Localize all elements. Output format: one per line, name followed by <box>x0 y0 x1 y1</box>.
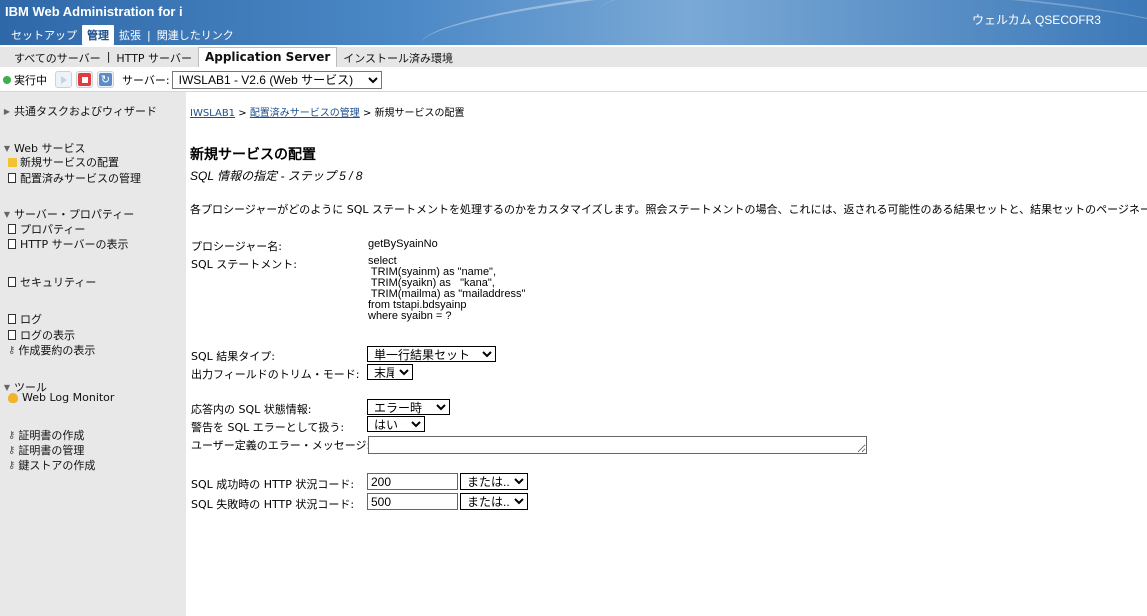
running-status-icon <box>3 75 11 84</box>
key-icon: ⚷ <box>8 459 16 471</box>
tab-all-servers[interactable]: すべてのサーバー <box>8 47 107 67</box>
key-icon: ⚷ <box>8 444 16 456</box>
sidebar-item-security[interactable]: セキュリティー <box>8 274 96 290</box>
sidebar-item-manage-deployed[interactable]: 配置済みサービスの管理 <box>8 170 141 186</box>
page-title: 新規サービスの配置 <box>190 146 316 162</box>
start-button[interactable] <box>55 71 72 88</box>
sidebar-item-label: 証明書の作成 <box>18 429 85 442</box>
sidebar-item-deploy-new[interactable]: 新規サービスの配置 <box>8 154 119 170</box>
breadcrumb-separator: > <box>235 108 250 119</box>
sql-status-info-label: 応答内の SQL 状態情報: <box>191 403 312 416</box>
sidebar-section-label: サーバー・プロパティー <box>14 208 135 221</box>
sql-status-info-select[interactable]: エラー時 <box>367 399 450 415</box>
stop-button[interactable] <box>76 71 93 88</box>
app-title: IBM Web Administration for i <box>5 4 183 19</box>
wizard-step-subtitle: SQL 情報の指定 - ステップ 5 / 8 <box>190 169 363 183</box>
sidebar-item-label: 配置済みサービスの管理 <box>20 172 141 185</box>
breadcrumb-separator: > <box>359 108 375 119</box>
document-icon <box>8 224 16 234</box>
expanded-arrow-icon: ▼ <box>3 209 11 219</box>
sql-statement-label: SQL ステートメント: <box>191 258 297 271</box>
sidebar-item-common-tasks[interactable]: ▶ 共通タスクおよびウィザード <box>2 103 157 119</box>
trim-mode-label: 出力フィールドのトリム・モード: <box>191 368 360 381</box>
warning-as-error-select[interactable]: はい <box>367 416 425 432</box>
wizard-icon <box>8 157 17 167</box>
breadcrumb-server-link[interactable]: IWSLAB1 <box>190 108 235 119</box>
sidebar-item-label: 鍵ストアの作成 <box>18 459 96 472</box>
procedure-name-label: プロシージャー名: <box>191 240 282 253</box>
nav-manage[interactable]: 管理 <box>82 25 114 45</box>
sidebar-item-show-summary[interactable]: ⚷ 作成要約の表示 <box>8 342 95 358</box>
sidebar-item-show-logs[interactable]: ログの表示 <box>8 327 75 343</box>
key-icon: ⚷ <box>8 429 16 441</box>
lightbulb-icon <box>8 392 18 403</box>
welcome-user: ウェルカム QSECOFR3 <box>972 13 1101 27</box>
http-success-code-label: SQL 成功時の HTTP 状況コード: <box>191 478 355 491</box>
procedure-name-value: getBySyainNo <box>368 238 438 250</box>
tab-application-server[interactable]: Application Server <box>197 47 338 67</box>
sidebar-item-label: Web Log Monitor <box>22 391 115 404</box>
warning-as-error-label: 警告を SQL エラーとして扱う: <box>191 421 345 434</box>
sidebar-item-logs[interactable]: ログ <box>8 311 42 327</box>
nav-related-links[interactable]: 関連したリンク <box>152 25 239 45</box>
collapsed-arrow-icon: ▶ <box>3 106 11 116</box>
document-icon <box>8 239 16 249</box>
breadcrumb: IWSLAB1 > 配置済みサービスの管理 > 新規サービスの配置 <box>190 104 465 119</box>
key-icon: ⚷ <box>8 344 16 356</box>
server-label: サーバー: <box>122 73 170 87</box>
sidebar-item-manage-certificates[interactable]: ⚷ 証明書の管理 <box>8 442 84 458</box>
server-select[interactable]: IWSLAB1 - V2.6 (Web サービス) <box>171 70 382 89</box>
sidebar-item-create-keystore[interactable]: ⚷ 鍵ストアの作成 <box>8 457 95 473</box>
sidebar-item-label: 共通タスクおよびウィザード <box>14 105 157 118</box>
document-icon <box>8 314 16 324</box>
sidebar-item-show-http[interactable]: HTTP サーバーの表示 <box>8 236 129 252</box>
http-failure-code-label: SQL 失敗時の HTTP 状況コード: <box>191 498 355 511</box>
http-failure-code-input[interactable] <box>367 493 458 510</box>
document-icon <box>8 330 16 340</box>
sidebar-item-label: 作成要約の表示 <box>18 344 96 357</box>
breadcrumb-current: 新規サービスの配置 <box>374 108 465 119</box>
top-nav: セットアップ 管理 拡張 | 関連したリンク <box>6 25 239 45</box>
sql-result-type-select[interactable]: 単一行結果セット <box>367 346 496 362</box>
expanded-arrow-icon: ▼ <box>3 143 11 153</box>
http-success-code-input[interactable] <box>367 473 458 490</box>
tab-installations[interactable]: インストール済み環境 <box>337 47 459 67</box>
sidebar-item-label: 証明書の管理 <box>18 444 85 457</box>
sidebar-item-label: プロパティー <box>20 223 86 236</box>
sub-nav: すべてのサーバー | HTTP サーバー Application Server … <box>0 47 1147 67</box>
sql-result-type-label: SQL 結果タイプ: <box>191 350 275 363</box>
main-content: IWSLAB1 > 配置済みサービスの管理 > 新規サービスの配置 新規サービス… <box>186 92 1147 616</box>
sidebar-item-create-certificate[interactable]: ⚷ 証明書の作成 <box>8 427 84 443</box>
sidebar-item-web-log-monitor[interactable]: Web Log Monitor <box>8 391 114 404</box>
trim-mode-select[interactable]: 末尾 <box>367 364 413 380</box>
restart-button[interactable]: ↻ <box>97 71 114 88</box>
sidebar-item-label: セキュリティー <box>20 276 97 289</box>
sql-statement-value: select TRIM(syainm) as "name", TRIM(syai… <box>368 255 526 322</box>
http-success-code-select[interactable]: または... <box>460 473 528 490</box>
user-error-message-field[interactable] <box>368 436 867 454</box>
play-icon <box>60 75 67 84</box>
server-toolbar: 実行中 ↻ サーバー: IWSLAB1 - V2.6 (Web サービス) <box>0 68 1147 92</box>
stop-icon <box>78 73 91 86</box>
app-header: IBM Web Administration for i ウェルカム QSECO… <box>0 0 1147 45</box>
sidebar-item-label: ログの表示 <box>20 329 75 342</box>
server-status: 実行中 <box>14 73 47 87</box>
sidebar-item-label: HTTP サーバーの表示 <box>20 238 129 251</box>
sidebar-item-label: 新規サービスの配置 <box>20 156 119 169</box>
sidebar: ▶ 共通タスクおよびウィザード ▼ Web サービス 新規サービスの配置 配置済… <box>0 92 186 616</box>
document-icon <box>8 277 16 287</box>
document-icon <box>8 173 16 183</box>
nav-advanced[interactable]: 拡張 <box>114 25 146 45</box>
nav-setup[interactable]: セットアップ <box>6 25 82 45</box>
page-description: 各プロシージャーがどのように SQL ステートメントを処理するのかをカスタマイズ… <box>190 203 1147 216</box>
http-failure-code-select[interactable]: または... <box>460 493 528 510</box>
sidebar-section-server-properties[interactable]: ▼ サーバー・プロパティー <box>2 206 134 222</box>
sidebar-item-label: ログ <box>20 313 42 326</box>
user-error-message-label: ユーザー定義のエラー・メッセージ: <box>191 439 371 452</box>
breadcrumb-manage-link[interactable]: 配置済みサービスの管理 <box>250 108 360 119</box>
tab-http-server[interactable]: HTTP サーバー <box>110 47 198 67</box>
restart-icon: ↻ <box>99 73 112 86</box>
sidebar-item-properties[interactable]: プロパティー <box>8 221 85 237</box>
